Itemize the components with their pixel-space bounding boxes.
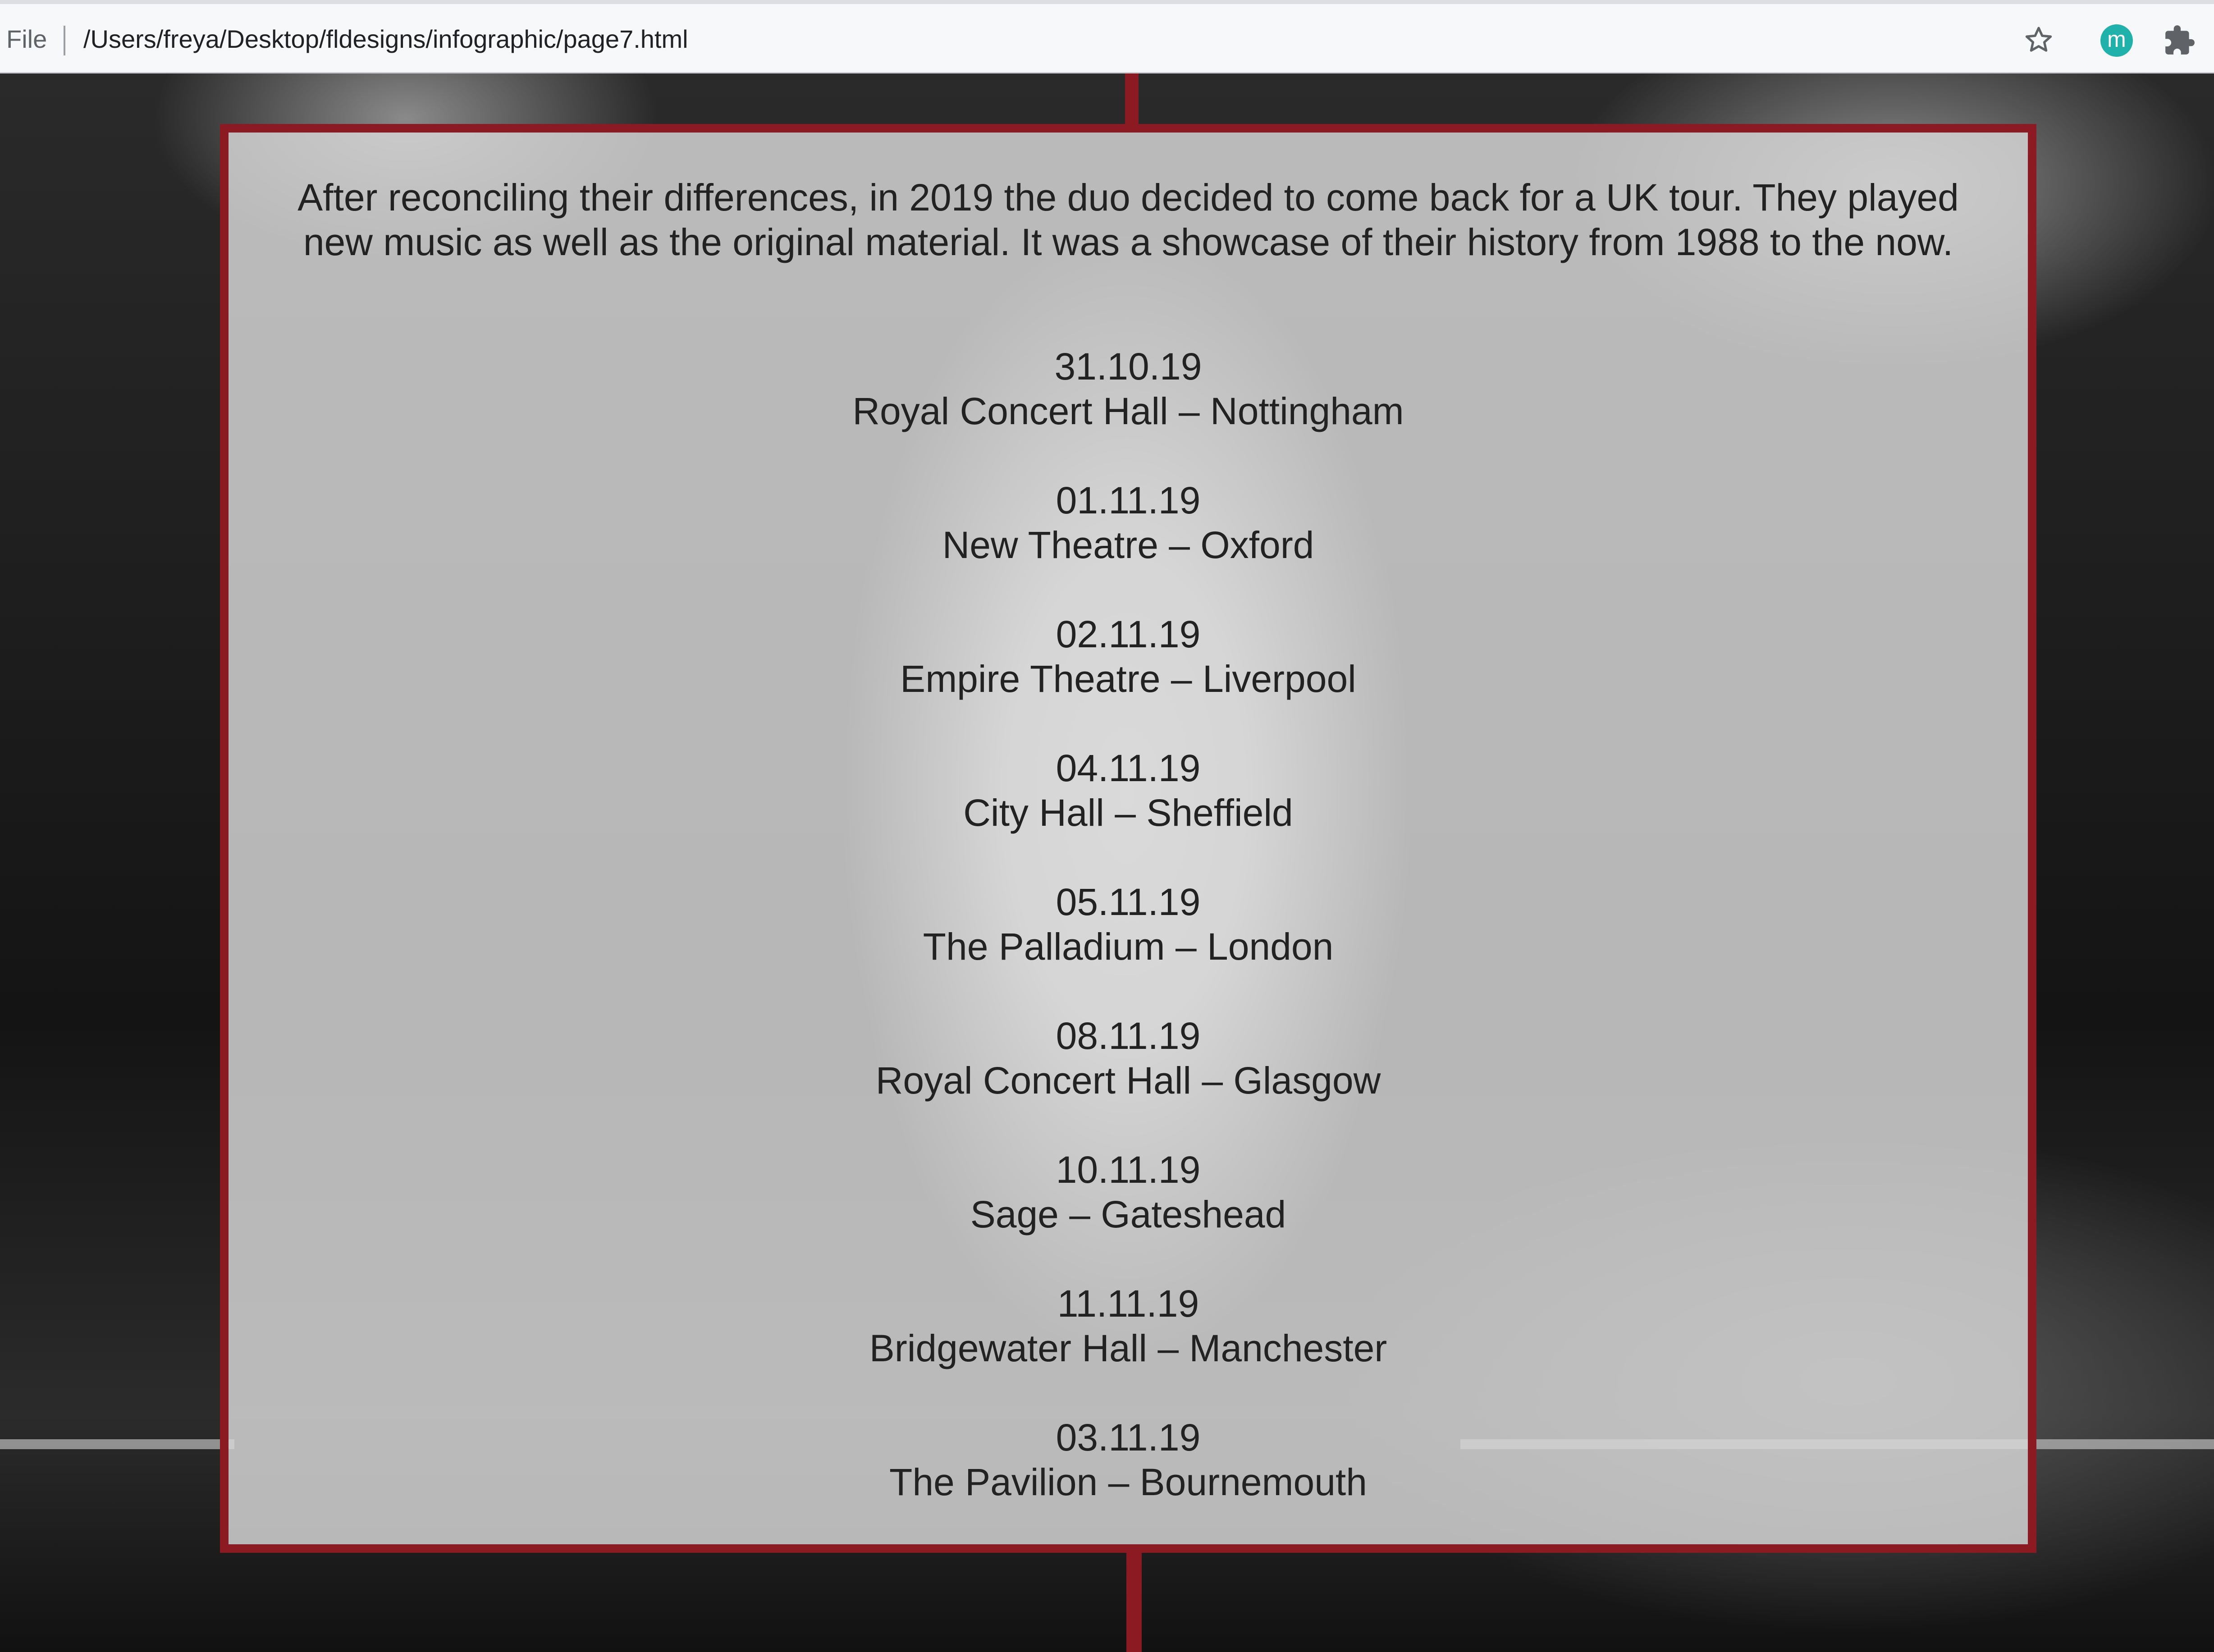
tour-venue: Royal Concert Hall – Glasgow (875, 1059, 1381, 1102)
tour-date: 03.11.19 (1056, 1416, 1201, 1459)
tour-date-item: 11.11.19 Bridgewater Hall – Manchester (229, 1281, 2028, 1415)
tour-dates-list: 31.10.19 Royal Concert Hall – Nottingham… (229, 344, 2028, 1549)
tour-date: 04.11.19 (1056, 747, 1201, 789)
puzzle-icon[interactable] (2163, 24, 2196, 57)
address-bar[interactable]: /Users/freya/Desktop/fldesigns/infograph… (83, 24, 688, 54)
tour-date-item: 05.11.19 The Palladium – London (229, 880, 2028, 1014)
tour-date-item: 03.11.19 The Pavilion – Bournemouth (229, 1415, 2028, 1549)
tour-venue: Empire Theatre – Liverpool (900, 658, 1356, 700)
tour-date-item: 04.11.19 City Hall – Sheffield (229, 746, 2028, 880)
tour-date-item: 10.11.19 Sage – Gateshead (229, 1148, 2028, 1281)
tour-venue: Sage – Gateshead (970, 1193, 1286, 1236)
tour-venue: Bridgewater Hall – Manchester (869, 1327, 1387, 1369)
address-separator (64, 26, 65, 55)
star-icon[interactable] (2023, 24, 2054, 56)
tour-date: 11.11.19 (1057, 1282, 1199, 1325)
tour-date-item: 31.10.19 Royal Concert Hall – Nottingham (229, 344, 2028, 478)
tour-date-item: 01.11.19 New Theatre – Oxford (229, 478, 2028, 612)
profile-avatar[interactable]: m (2100, 24, 2133, 57)
tour-venue: New Theatre – Oxford (942, 524, 1314, 566)
red-accent-stripe (1125, 73, 1139, 128)
tour-info-panel: After reconciling their differences, in … (220, 124, 2036, 1553)
tour-date: 05.11.19 (1056, 881, 1201, 923)
browser-toolbar: File /Users/freya/Desktop/fldesigns/info… (0, 0, 2214, 73)
tour-venue: Royal Concert Hall – Nottingham (852, 390, 1404, 432)
tour-date: 02.11.19 (1056, 613, 1201, 655)
tour-venue: The Pavilion – Bournemouth (889, 1461, 1367, 1503)
tour-date-item: 02.11.19 Empire Theatre – Liverpool (229, 612, 2028, 746)
tour-venue: City Hall – Sheffield (963, 792, 1293, 834)
tour-date: 31.10.19 (1054, 345, 1202, 388)
intro-text: After reconciling their differences, in … (297, 176, 1959, 263)
tour-venue: The Palladium – London (923, 925, 1334, 968)
tour-date-item: 08.11.19 Royal Concert Hall – Glasgow (229, 1014, 2028, 1148)
file-scheme-label[interactable]: File (6, 24, 47, 54)
red-accent-stripe (1126, 1551, 1142, 1652)
tour-date: 08.11.19 (1056, 1015, 1201, 1057)
stage-edge (0, 1439, 234, 1449)
tour-date: 01.11.19 (1056, 479, 1201, 522)
tour-date: 10.11.19 (1056, 1149, 1201, 1191)
